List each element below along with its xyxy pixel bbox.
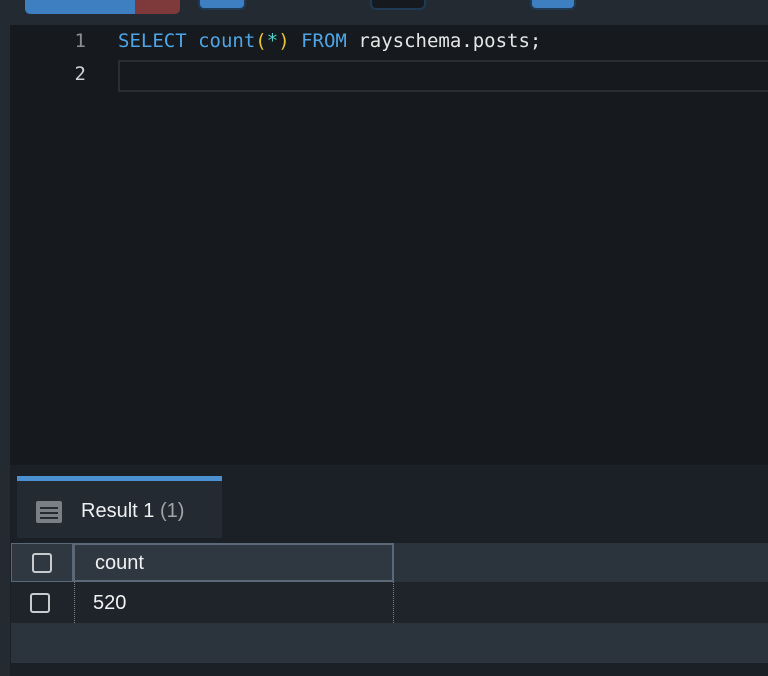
select-all-cell [11, 543, 73, 582]
asterisk: * [266, 30, 279, 52]
table-name: rayschema.posts; [358, 30, 542, 52]
table-icon [36, 501, 62, 523]
sql-editor[interactable]: 1 SELECT count(*) FROM rayschema.posts; … [10, 25, 768, 465]
paren: ) [278, 30, 290, 52]
toolbar-button[interactable] [370, 0, 426, 10]
line-number: 2 [74, 63, 86, 85]
code-line[interactable]: SELECT count(*) FROM rayschema.posts; [118, 30, 541, 52]
keyword-select: SELECT [118, 30, 187, 52]
line-number: 1 [74, 30, 86, 52]
toolbar-button[interactable] [198, 0, 246, 10]
run-button[interactable] [25, 0, 135, 14]
tab-label: Result 1 [81, 500, 155, 522]
row-checkbox[interactable] [30, 593, 50, 613]
cell-count: 520 [93, 592, 127, 614]
stop-button[interactable] [135, 0, 180, 14]
toolbar-button[interactable] [530, 0, 576, 10]
divider [74, 582, 75, 623]
tab-result-1[interactable]: Result 1 (1) [17, 476, 222, 538]
tab-row-count: (1) [159, 500, 185, 522]
toolbar [0, 0, 768, 25]
paren: ( [255, 30, 267, 52]
results-panel: Result 1 (1) count 520 [10, 465, 768, 676]
function-count: count [198, 30, 256, 52]
table-row[interactable]: 520 [11, 582, 768, 623]
current-line-highlight[interactable] [118, 60, 768, 92]
grid-header: count [11, 543, 768, 582]
empty-row [11, 623, 768, 663]
select-all-checkbox[interactable] [32, 553, 52, 573]
column-header-label: count [95, 552, 144, 574]
column-header-count[interactable]: count [73, 543, 394, 582]
divider [393, 582, 394, 623]
keyword-from: FROM [301, 30, 347, 52]
